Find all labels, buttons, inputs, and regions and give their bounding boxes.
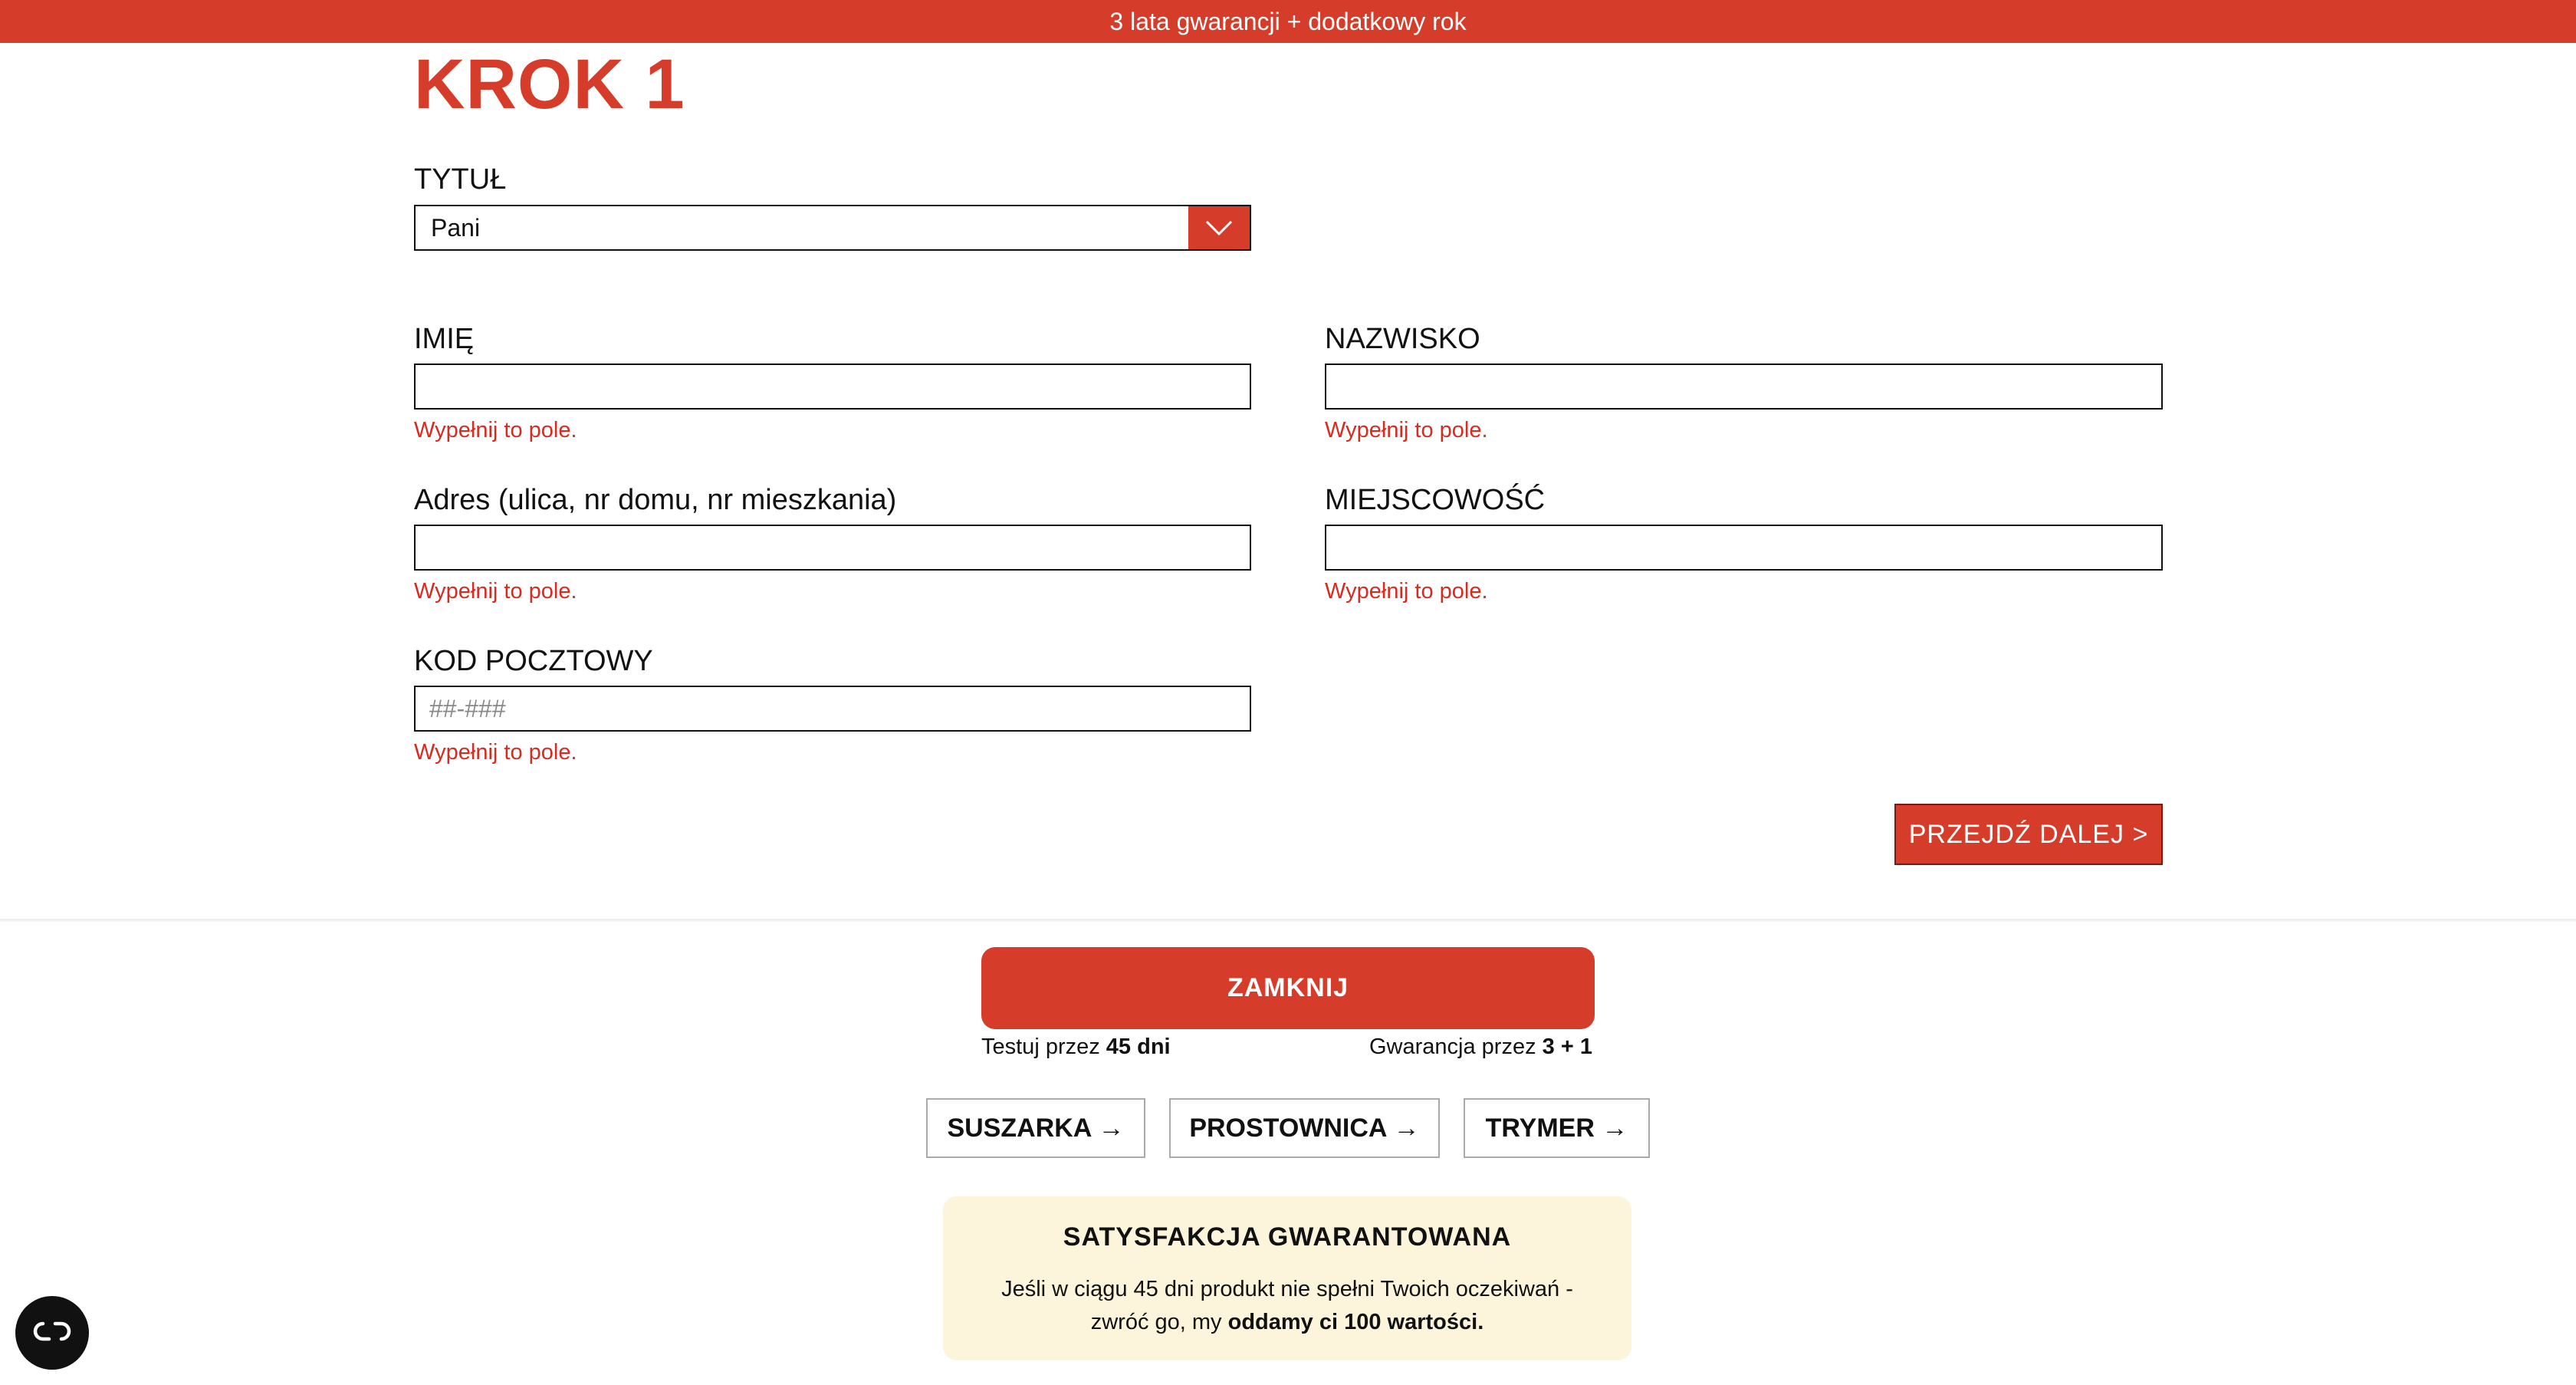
last-name-label: NAZWISKO [1325,323,1480,355]
accessibility-icon [32,1320,72,1347]
title-select-value: Pani [431,214,481,242]
city-error: Wypełnij to pole. [1325,579,1488,604]
category-button-prostownica[interactable]: PROSTOWNICA → [1169,1098,1440,1158]
guarantee-line-2-bold: oddamy ci 100 wartości. [1227,1310,1484,1334]
chevron-down-icon[interactable] [1188,206,1250,249]
banner-text: 3 lata gwarancji + dodatkowy rok [1109,7,1467,35]
guarantee-text: Jeśli w ciągu 45 dni produkt nie spełni … [943,1273,1631,1339]
postal-code-field[interactable] [414,686,1251,732]
guarantee-line-2-prefix: zwróć go, my [1090,1310,1228,1334]
city-field[interactable] [1325,525,2163,571]
last-name-error: Wypełnij to pole. [1325,418,1488,442]
category-button-trymer[interactable]: TRYMER → [1464,1098,1650,1158]
last-name-field[interactable] [1325,364,2163,410]
test-period-value: 45 dni [1106,1035,1171,1059]
page-title: KROK 1 [414,45,685,123]
warranty-prefix: Gwarancja przez [1369,1035,1543,1059]
category-button-suszarka[interactable]: SUSZARKA → [926,1098,1145,1158]
warranty-value: 3 + 1 [1542,1035,1592,1059]
first-name-field[interactable] [414,364,1251,410]
address-label: Adres (ulica, nr domu, nr mieszkania) [414,484,897,516]
city-label: MIEJSCOWOŚĆ [1325,484,1546,516]
guarantee-line-1: Jeśli w ciągu 45 dni produkt nie spełni … [1001,1277,1573,1301]
postal-code-error: Wypełnij to pole. [414,740,577,765]
address-error: Wypełnij to pole. [414,579,577,604]
section-divider [0,919,2576,922]
test-period-prefix: Testuj przez [981,1035,1106,1059]
postal-code-label: KOD POCZTOWY [414,645,653,677]
next-step-button[interactable]: PRZEJDŹ DALEJ > [1894,804,2163,865]
first-name-error: Wypełnij to pole. [414,418,577,442]
title-label: TYTUŁ [414,163,507,196]
guarantee-box: SATYSFAKCJA GWARANTOWANA Jeśli w ciągu 4… [943,1196,1631,1360]
close-button[interactable]: ZAMKNIJ [981,947,1595,1029]
warranty-text: Gwarancja przez 3 + 1 [1369,1034,1592,1060]
top-banner: 3 lata gwarancji + dodatkowy rok [0,0,2576,43]
title-select[interactable]: Pani [414,205,1251,251]
test-period-text: Testuj przez 45 dni [981,1034,1171,1060]
first-name-label: IMIĘ [414,323,475,355]
address-field[interactable] [414,525,1251,571]
accessibility-button[interactable] [15,1296,89,1370]
guarantee-title: SATYSFAKCJA GWARANTOWANA [1063,1222,1512,1252]
